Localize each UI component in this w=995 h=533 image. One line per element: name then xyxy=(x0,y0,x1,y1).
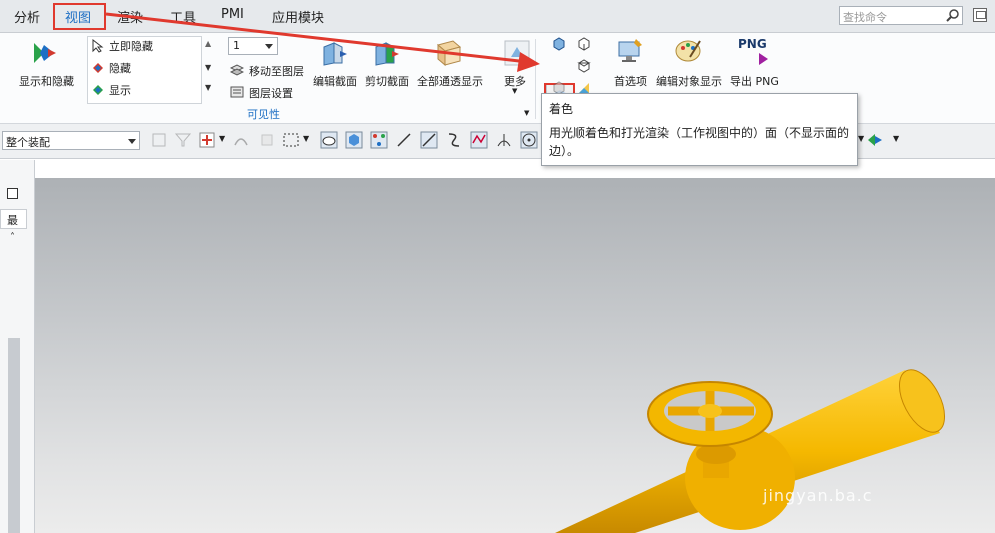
menu-bar: 分析 视图 渲染 工具 PMI 应用模块 查找命令 xyxy=(0,0,995,33)
tooltip-title: 着色 xyxy=(549,102,574,116)
snap-dropdown-icon[interactable]: ▼ xyxy=(219,134,225,143)
menu-analysis[interactable]: 分析 xyxy=(14,7,40,26)
tangent-snap-icon[interactable] xyxy=(232,131,250,149)
wireframe-icon[interactable] xyxy=(577,37,591,51)
navigator-tab-label: 最 xyxy=(7,214,18,227)
show-button[interactable]: 显示 xyxy=(109,82,131,98)
clip-section-icon xyxy=(375,42,399,66)
shaded-with-edges-icon[interactable] xyxy=(552,37,566,51)
hide-now-button[interactable]: 立即隐藏 xyxy=(109,38,153,54)
visibility-group-label: 可见性 xyxy=(247,108,280,121)
show-hide-toolbar-icon[interactable] xyxy=(866,131,884,149)
hide-button[interactable]: 隐藏 xyxy=(109,60,131,76)
highlight-box-view-tab xyxy=(53,3,106,30)
snap-center-icon[interactable] xyxy=(520,131,538,149)
chevron-down-icon xyxy=(265,44,273,49)
show-hide-icon xyxy=(34,43,56,63)
select-all-icon[interactable] xyxy=(258,131,276,149)
scrollbar-thumb[interactable] xyxy=(8,338,20,533)
snap-line-icon[interactable] xyxy=(395,131,413,149)
png-play-icon xyxy=(759,53,768,65)
resource-bar: 最 ˄ xyxy=(0,160,35,533)
tooltip-body: 用光顺着色和打光渲染（工作视图中的）面（不显示面的边）。 xyxy=(549,126,850,158)
png-icon: PNG xyxy=(738,35,768,67)
graphics-window[interactable]: jingyan.ba.c xyxy=(35,178,995,533)
expand-icon[interactable]: ▼ xyxy=(205,83,211,92)
hidden-line-icon[interactable] xyxy=(577,59,591,73)
group-overflow-icon[interactable]: ▼ xyxy=(524,109,529,117)
work-layer-dropdown[interactable]: 1 xyxy=(228,37,278,55)
snap-perpendicular-icon[interactable] xyxy=(495,131,513,149)
snap-body-icon[interactable] xyxy=(320,131,338,149)
export-png-button[interactable]: 导出 PNG xyxy=(730,73,779,89)
select-mode-dropdown-icon[interactable]: ▼ xyxy=(303,134,309,143)
all-see-through-icon xyxy=(436,40,462,67)
snap-polyline-icon[interactable] xyxy=(470,131,488,149)
layer-settings-button[interactable]: 图层设置 xyxy=(249,85,293,101)
edit-section-icon xyxy=(323,42,347,66)
move-to-layer-icon xyxy=(230,64,244,76)
rectangle-select-icon[interactable] xyxy=(282,131,300,149)
select-features-icon[interactable] xyxy=(150,131,168,149)
chevron-down-icon xyxy=(128,139,136,144)
navigator-tab[interactable]: 最 xyxy=(0,209,27,229)
png-icon-text: PNG xyxy=(738,37,767,51)
scroll-up-icon[interactable]: ▲ xyxy=(205,39,211,48)
search-icon[interactable] xyxy=(946,8,960,22)
filter-icon[interactable] xyxy=(174,131,192,149)
more-icon xyxy=(504,40,530,66)
menu-tools[interactable]: 工具 xyxy=(170,7,196,26)
clip-section-button[interactable]: 剪切截面 xyxy=(365,73,409,89)
all-see-through-button[interactable]: 全部通透显示 xyxy=(417,73,483,89)
edit-object-display-icon xyxy=(675,40,701,62)
work-layer-value: 1 xyxy=(233,39,240,52)
shaded-tooltip: 着色 用光顺着色和打光渲染（工作视图中的）面（不显示面的边）。 xyxy=(541,93,858,166)
watermark: jingyan.ba.c xyxy=(763,486,873,505)
show-icon xyxy=(93,85,103,95)
snap-vertex-icon[interactable] xyxy=(370,131,388,149)
preferences-button[interactable]: 首选项 xyxy=(614,73,647,89)
preferences-icon xyxy=(618,39,642,62)
ribbon-separator xyxy=(535,39,536,119)
assembly-filter-dropdown[interactable]: 整个装配 xyxy=(2,131,140,150)
toolbar-dropdown-icon[interactable]: ▼ xyxy=(858,134,864,143)
pipe-valve-model xyxy=(555,369,946,533)
menu-pmi[interactable]: PMI xyxy=(221,7,244,22)
menu-applications[interactable]: 应用模块 xyxy=(272,7,324,26)
menu-render[interactable]: 渲染 xyxy=(117,7,143,26)
hide-icon xyxy=(93,63,103,73)
edit-object-display-button[interactable]: 编辑对象显示 xyxy=(656,73,722,89)
window-restore-icon[interactable] xyxy=(973,8,987,22)
snap-solid-icon[interactable] xyxy=(345,131,363,149)
snap-midpoint-icon[interactable] xyxy=(420,131,438,149)
snap-curve-icon[interactable] xyxy=(445,131,463,149)
command-search-input[interactable]: 查找命令 xyxy=(839,6,963,25)
more-chevron-icon[interactable]: ▼ xyxy=(512,87,517,95)
toolbar-overflow-icon[interactable]: ▼ xyxy=(893,134,899,143)
snap-point-icon[interactable] xyxy=(198,131,216,149)
move-to-layer-button[interactable]: 移动至图层 xyxy=(249,63,304,79)
panel-maximize-icon[interactable] xyxy=(7,188,18,199)
assembly-filter-value: 整个装配 xyxy=(6,136,50,149)
layer-settings-icon xyxy=(230,86,244,98)
scroll-up-icon[interactable]: ˄ xyxy=(10,232,15,243)
hide-now-icon xyxy=(92,39,104,53)
search-placeholder: 查找命令 xyxy=(843,11,887,24)
scroll-down-icon[interactable]: ▼ xyxy=(205,63,211,72)
show-hide-button[interactable]: 显示和隐藏 xyxy=(19,73,74,89)
edit-section-button[interactable]: 编辑截面 xyxy=(313,73,357,89)
